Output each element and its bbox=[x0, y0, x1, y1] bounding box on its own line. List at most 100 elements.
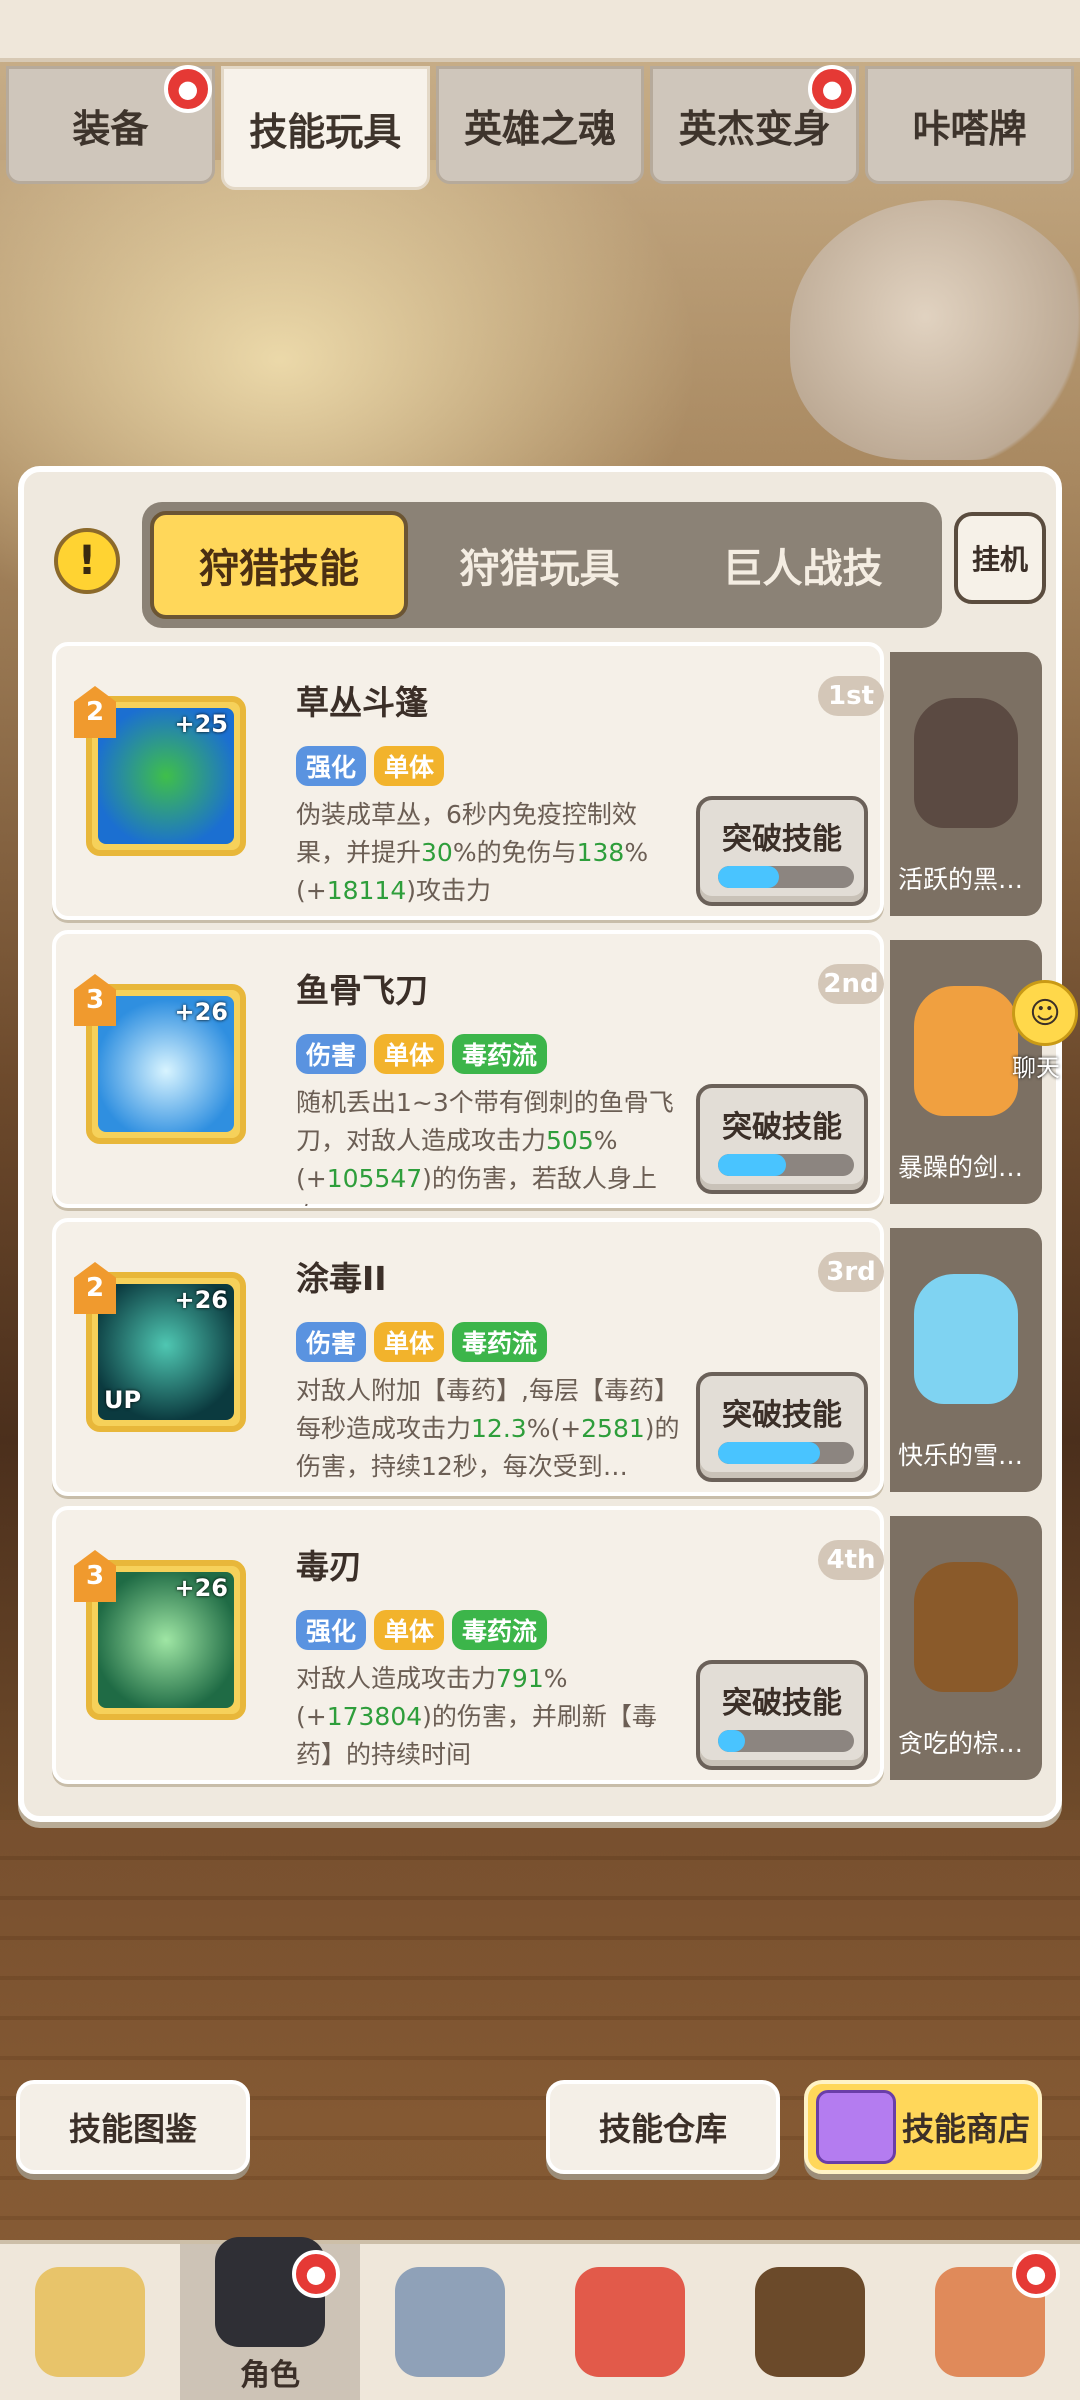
desc-value: 12.3 bbox=[471, 1414, 527, 1443]
nav-item[interactable] bbox=[0, 2244, 180, 2400]
skill-tag: 单体 bbox=[374, 1034, 445, 1074]
skill-codex-button[interactable]: 技能图鉴 bbox=[16, 2080, 250, 2174]
skill-card[interactable]: +25 2 草丛斗篷 1st 强化 单体 伪装成草丛，6秒内免疫控制效果，并提升3… bbox=[52, 642, 884, 920]
tab-equipment[interactable]: 装备 ● bbox=[6, 65, 215, 184]
desc-value: 138 bbox=[576, 838, 625, 867]
companion-figure-icon bbox=[914, 698, 1018, 828]
break-progress-fill bbox=[718, 1442, 820, 1464]
desc-text: %(+ bbox=[526, 1414, 582, 1443]
companion-slot[interactable]: 活跃的黑… bbox=[890, 652, 1042, 916]
skill-tag: 强化 bbox=[296, 1610, 367, 1650]
companion-figure-icon bbox=[914, 986, 1018, 1116]
skill-rank: 3rd bbox=[818, 1252, 884, 1292]
sub-tabs: 狩猎技能 狩猎玩具 巨人战技 bbox=[142, 502, 942, 628]
skill-tag: 强化 bbox=[296, 746, 367, 786]
skill-description: 对敌人附加【毒药】,每层【毒药】每秒造成攻击力12.3%(+2581)的伤害，持… bbox=[296, 1372, 681, 1494]
skill-tag: 伤害 bbox=[296, 1322, 367, 1362]
skill-level-badge: 3 bbox=[74, 974, 116, 1026]
weapon-icon bbox=[395, 2267, 505, 2377]
tab-transform[interactable]: 英杰变身 ● bbox=[650, 65, 860, 184]
desc-value: 173804 bbox=[326, 1702, 423, 1731]
bottom-nav: ● 角色 ● bbox=[0, 2237, 1080, 2400]
bell-icon: ● bbox=[1012, 2250, 1060, 2298]
background-floor bbox=[0, 1820, 1080, 2240]
skill-level-badge: 2 bbox=[74, 1262, 116, 1314]
tab-skill-toys[interactable]: 技能玩具 bbox=[220, 66, 430, 190]
bell-icon: ● bbox=[163, 65, 212, 113]
nav-item[interactable]: ● 角色 bbox=[180, 2237, 360, 2400]
top-strip bbox=[0, 0, 1080, 62]
skill-row: +25 2 草丛斗篷 1st 强化 单体 伪装成草丛，6秒内免疫控制效果，并提升3… bbox=[52, 642, 1042, 922]
bone-knives-icon: +26 bbox=[98, 996, 234, 1132]
shop-icon bbox=[815, 2090, 896, 2164]
companion-slot[interactable]: 贪吃的棕… bbox=[890, 1516, 1042, 1780]
break-skill-label: 突破技能 bbox=[722, 1398, 842, 1433]
nav-label: 角色 bbox=[240, 2358, 300, 2393]
shop-label: 技能商店 bbox=[901, 2110, 1030, 2148]
skill-description: 伪装成草丛，6秒内免疫控制效果，并提升30%的免伤与138%(+18114)攻击… bbox=[296, 796, 681, 918]
skill-tag: 毒药流 bbox=[452, 1610, 548, 1650]
skill-rank: 2nd bbox=[818, 964, 884, 1004]
break-progress-bar bbox=[718, 1442, 854, 1464]
skill-card[interactable]: +26 3 鱼骨飞刀 2nd 伤害 单体 毒药流 随机丢出1~3个带有倒刺的鱼骨飞刀… bbox=[52, 930, 884, 1208]
tab-label: 英杰变身 bbox=[678, 106, 831, 151]
tab-cards[interactable]: 咔嗒牌 bbox=[865, 66, 1074, 184]
bush-icon: +25 bbox=[98, 708, 234, 844]
skills-panel: ! 狩猎技能 狩猎玩具 巨人战技 挂机 +25 2 草丛斗篷 1st 强化 单体 … bbox=[18, 466, 1062, 1822]
nav-item[interactable]: ● bbox=[900, 2244, 1080, 2400]
skill-tags: 强化 单体 毒药流 bbox=[296, 1610, 548, 1650]
break-progress-fill bbox=[718, 866, 780, 888]
skill-row: +26 3 毒刃 4th 强化 单体 毒药流 对敌人造成攻击力791%(+17380… bbox=[52, 1506, 1042, 1786]
skill-plus: +25 bbox=[174, 710, 228, 738]
nav-item[interactable] bbox=[720, 2244, 900, 2400]
break-skill-label: 突破技能 bbox=[722, 1686, 842, 1721]
skill-list: +25 2 草丛斗篷 1st 强化 单体 伪装成草丛，6秒内免疫控制效果，并提升3… bbox=[52, 642, 1042, 1794]
info-button[interactable]: ! bbox=[54, 528, 120, 594]
chat-button[interactable]: ☺ 聊天 bbox=[1012, 980, 1080, 1082]
skill-storage-button[interactable]: 技能仓库 bbox=[546, 2080, 780, 2174]
desc-text: 对敌人造成攻击力 bbox=[296, 1664, 497, 1693]
companion-name: 活跃的黑… bbox=[898, 865, 1024, 894]
break-skill-button[interactable]: 突破技能 bbox=[696, 1660, 868, 1770]
skill-row: +26 3 鱼骨飞刀 2nd 伤害 单体 毒药流 随机丢出1~3个带有倒刺的鱼骨飞刀… bbox=[52, 930, 1042, 1210]
nav-item[interactable] bbox=[540, 2244, 720, 2400]
subtab-hunting-skills[interactable]: 狩猎技能 bbox=[150, 511, 408, 619]
companion-figure-icon bbox=[914, 1274, 1018, 1404]
skill-plus: +26 bbox=[174, 1574, 228, 1602]
break-skill-label: 突破技能 bbox=[722, 822, 842, 857]
info-icon: ! bbox=[77, 538, 97, 584]
subtab-hunting-toys[interactable]: 狩猎玩具 bbox=[408, 511, 671, 619]
skill-description: 随机丢出1~3个带有倒刺的鱼骨飞刀，对敌人造成攻击力505%(+105547)的… bbox=[296, 1084, 681, 1206]
companion-slot[interactable]: 快乐的雪… bbox=[890, 1228, 1042, 1492]
companion-icon bbox=[755, 2267, 865, 2377]
poison-skull-icon: +26 bbox=[98, 1572, 234, 1708]
bell-icon: ● bbox=[292, 2250, 340, 2298]
skill-tag: 单体 bbox=[374, 1610, 445, 1650]
skill-card[interactable]: +26 UP 2 涂毒II 3rd 伤害 单体 毒药流 对敌人附加【毒药】,每层【毒… bbox=[52, 1218, 884, 1496]
skill-card[interactable]: +26 3 毒刃 4th 强化 单体 毒药流 对敌人造成攻击力791%(+17380… bbox=[52, 1506, 884, 1784]
skill-level-badge: 2 bbox=[74, 686, 116, 738]
break-skill-button[interactable]: 突破技能 bbox=[696, 1084, 868, 1194]
break-skill-button[interactable]: 突破技能 bbox=[696, 1372, 868, 1482]
break-skill-button[interactable]: 突破技能 bbox=[696, 796, 868, 906]
skill-tag: 单体 bbox=[374, 1322, 445, 1362]
nav-item[interactable] bbox=[360, 2244, 540, 2400]
skill-rank: 4th bbox=[818, 1540, 884, 1580]
skill-tags: 强化 单体 bbox=[296, 746, 445, 786]
background-skull bbox=[790, 200, 1080, 460]
poison-drop-icon: +26 UP bbox=[98, 1284, 234, 1420]
idle-button[interactable]: 挂机 bbox=[954, 512, 1046, 604]
skill-level-badge: 3 bbox=[74, 1550, 116, 1602]
break-progress-fill bbox=[718, 1730, 746, 1752]
tab-hero-soul[interactable]: 英雄之魂 bbox=[435, 66, 645, 184]
break-progress-fill bbox=[718, 1154, 786, 1176]
desc-value: 2581 bbox=[581, 1414, 645, 1443]
break-progress-bar bbox=[718, 1730, 854, 1752]
tab-label: 技能玩具 bbox=[249, 109, 402, 154]
desc-text: )攻击力 bbox=[406, 876, 491, 905]
skill-row: +26 UP 2 涂毒II 3rd 伤害 单体 毒药流 对敌人附加【毒药】,每层【毒… bbox=[52, 1218, 1042, 1498]
skill-description: 对敌人造成攻击力791%(+173804)的伤害，并刷新【毒药】的持续时间 bbox=[296, 1660, 681, 1782]
subtab-giant-skills[interactable]: 巨人战技 bbox=[671, 511, 934, 619]
skill-up-badge: UP bbox=[104, 1386, 142, 1414]
skill-shop-button[interactable]: 技能商店 bbox=[804, 2080, 1042, 2174]
